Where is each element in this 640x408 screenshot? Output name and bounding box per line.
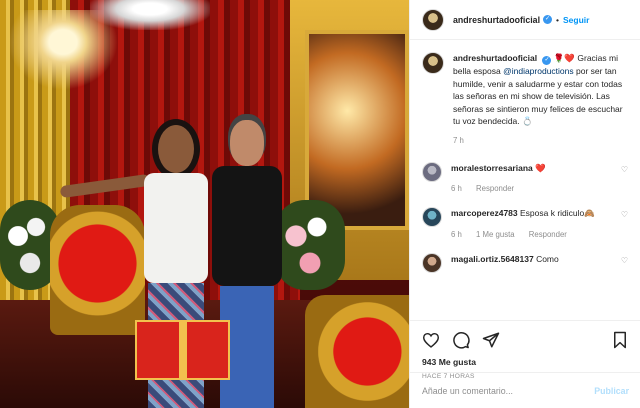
man-jacket: [212, 166, 282, 286]
comment-meta: 6 h Responder: [451, 184, 614, 193]
likes-count[interactable]: 943 Me gusta: [422, 357, 628, 367]
comment-content: Como: [536, 253, 559, 264]
instagram-post-modal: andreshurtadooficial ✓ • Seguir andreshu…: [0, 0, 640, 408]
heart-icon[interactable]: ♡: [614, 207, 628, 239]
red-throne-right: [305, 295, 409, 408]
comment-input[interactable]: [422, 385, 595, 396]
avatar[interactable]: [422, 8, 444, 31]
caption: andreshurtadooficial ✓ 🌹❤️ Gracias mi be…: [422, 52, 628, 148]
comment-username[interactable]: moralestorresariana: [451, 163, 533, 173]
post-header: andreshurtadooficial ✓ • Seguir: [410, 0, 640, 40]
man-head: [230, 120, 264, 166]
post-photo[interactable]: [0, 0, 409, 408]
verified-badge-icon: ✓: [543, 15, 553, 24]
comment-body: marcoperez4783 Esposa k ridiculo🙈 6 h 1 …: [451, 207, 614, 239]
bookmark-icon[interactable]: [612, 331, 628, 349]
comment-text: marcoperez4783 Esposa k ridiculo🙈: [451, 207, 614, 220]
woman-head: [158, 125, 194, 173]
comment-content: ❤️: [535, 162, 546, 173]
comments-list[interactable]: andreshurtadooficial ✓ 🌹❤️ Gracias mi be…: [410, 40, 640, 320]
comment-content: Esposa k ridiculo🙈: [520, 208, 595, 219]
separator-dot: •: [556, 14, 559, 25]
reply-button[interactable]: Responder: [529, 230, 567, 239]
comment-body: moralestorresariana ❤️ 6 h Responder: [451, 162, 614, 194]
avatar[interactable]: [422, 52, 444, 74]
caption-time[interactable]: 7 h: [453, 136, 464, 145]
reply-button[interactable]: Responder: [476, 184, 514, 193]
woman-blouse: [144, 173, 208, 283]
heart-icon[interactable]: ♡: [614, 253, 628, 273]
gift-box: [135, 320, 230, 380]
avatar[interactable]: [422, 252, 442, 273]
red-throne-left: [50, 205, 145, 335]
publish-button[interactable]: Publicar: [594, 386, 629, 396]
header-username[interactable]: andreshurtadooficial: [453, 15, 540, 25]
action-icons: [422, 329, 628, 351]
share-icon[interactable]: [482, 331, 500, 349]
heart-icon[interactable]: [422, 332, 440, 348]
caption-mention[interactable]: @indiaproductions: [503, 66, 574, 76]
comment-time[interactable]: 6 h: [451, 230, 462, 239]
comment-username[interactable]: magali.ortiz.5648137: [451, 254, 534, 264]
list-item: magali.ortiz.5648137 Como ♡: [422, 252, 628, 273]
comment-icon[interactable]: [452, 331, 470, 349]
caption-text: andreshurtadooficial ✓ 🌹❤️ Gracias mi be…: [453, 52, 628, 148]
crystal-chandelier: [90, 0, 210, 30]
post-sidebar: andreshurtadooficial ✓ • Seguir andreshu…: [409, 0, 640, 408]
caption-emoji: 🌹❤️: [553, 53, 575, 63]
heart-icon[interactable]: ♡: [614, 162, 628, 194]
comment-body: magali.ortiz.5648137 Como: [451, 253, 614, 273]
avatar[interactable]: [422, 161, 442, 182]
comment-time[interactable]: 6 h: [451, 184, 462, 193]
comment-text: moralestorresariana ❤️: [451, 162, 614, 175]
comment-username[interactable]: marcoperez4783: [451, 208, 518, 218]
caption-meta: 7 h: [453, 135, 628, 148]
list-item: moralestorresariana ❤️ 6 h Responder ♡: [422, 161, 628, 194]
list-item: marcoperez4783 Esposa k ridiculo🙈 6 h 1 …: [422, 207, 628, 239]
comment-text: magali.ortiz.5648137 Como: [451, 253, 614, 266]
follow-button[interactable]: Seguir: [563, 15, 589, 25]
comment-meta: 6 h 1 Me gusta Responder: [451, 230, 614, 239]
comment-likes[interactable]: 1 Me gusta: [476, 230, 515, 239]
caption-username[interactable]: andreshurtadooficial: [453, 53, 537, 63]
comment-composer: Publicar: [410, 372, 640, 408]
avatar[interactable]: [422, 207, 442, 228]
verified-badge-icon: ✓: [542, 56, 552, 65]
